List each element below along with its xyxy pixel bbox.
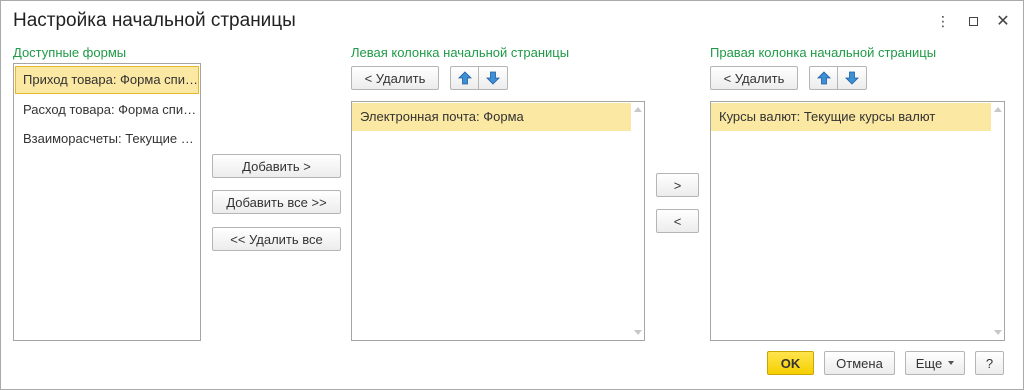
available-forms-list[interactable]: Приход товара: Форма списка Расход товар… [13,63,201,341]
left-move-up-button[interactable] [450,66,479,90]
right-remove-button[interactable]: < Удалить [710,66,798,90]
left-move-down-button[interactable] [479,66,508,90]
add-button[interactable]: Добавить > [212,154,341,178]
left-remove-button[interactable]: < Удалить [351,66,439,90]
left-column-list[interactable]: Электронная почта: Форма [351,101,645,341]
arrow-down-icon [845,71,859,85]
dialog-title: Настройка начальной страницы [13,10,296,31]
move-to-left-button[interactable]: < [656,209,699,233]
more-button[interactable]: Еще [905,351,965,375]
maximize-icon[interactable] [963,11,983,31]
list-item[interactable]: Приход товара: Форма списка [15,66,199,94]
right-column-label: Правая колонка начальной страницы [710,45,937,60]
scroll-down-icon[interactable] [634,330,642,335]
help-button[interactable]: ? [975,351,1004,375]
list-item[interactable]: Курсы валют: Текущие курсы валют [711,103,991,131]
arrow-up-icon [816,71,831,85]
left-column-label: Левая колонка начальной страницы [351,45,570,60]
list-item[interactable]: Взаиморасчеты: Текущие взаиморасчеты [15,125,199,153]
scroll-up-icon[interactable] [634,107,642,112]
more-button-label: Еще [915,355,943,371]
left-scrollbar[interactable] [631,102,644,340]
right-move-up-button[interactable] [809,66,838,90]
more-actions-icon[interactable]: ⋮ [933,11,953,31]
chevron-down-icon [948,361,955,365]
settings-dialog: Настройка начальной страницы ⋮ ✕ Доступн… [0,0,1024,390]
arrow-up-icon [457,71,472,85]
scroll-down-icon[interactable] [994,330,1002,335]
remove-all-button[interactable]: << Удалить все [212,227,341,251]
right-column-list[interactable]: Курсы валют: Текущие курсы валют [710,101,1005,341]
arrow-down-icon [486,71,500,85]
move-to-right-button[interactable]: > [656,173,699,197]
add-all-button[interactable]: Добавить все >> [212,190,341,214]
ok-button[interactable]: OK [767,351,814,375]
list-item[interactable]: Электронная почта: Форма [352,103,631,131]
list-item[interactable]: Расход товара: Форма списка [15,96,199,124]
right-move-down-button[interactable] [838,66,867,90]
close-icon[interactable]: ✕ [993,11,1013,31]
right-scrollbar[interactable] [991,102,1004,340]
scroll-up-icon[interactable] [994,107,1002,112]
cancel-button[interactable]: Отмена [824,351,895,375]
available-forms-label: Доступные формы [13,45,127,60]
